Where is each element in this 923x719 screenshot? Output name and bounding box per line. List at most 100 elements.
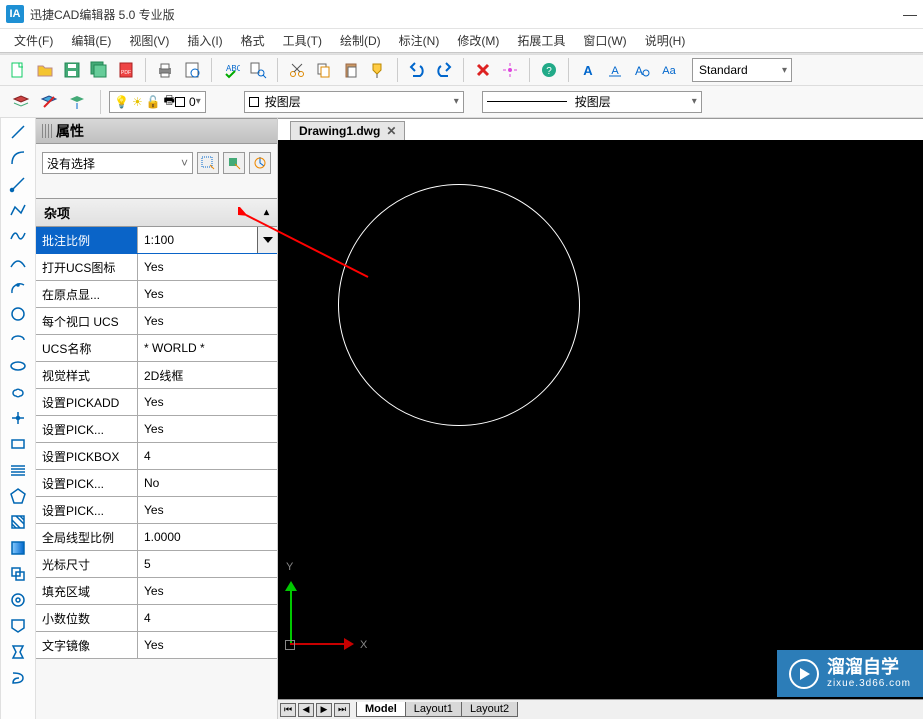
prop-row-ucs-icon[interactable]: 打开UCS图标Yes <box>36 254 277 281</box>
toggle-pickadd-button[interactable] <box>249 152 271 174</box>
menu-modify[interactable]: 修改(M) <box>449 30 507 51</box>
revision-cloud-tool[interactable] <box>6 382 30 402</box>
redo-button[interactable] <box>432 58 456 82</box>
prop-row-at-origin[interactable]: 在原点显...Yes <box>36 281 277 308</box>
prop-row-text-mirror[interactable]: 文字镜像Yes <box>36 632 277 659</box>
tab-scroll-last[interactable]: ⏭ <box>334 703 350 717</box>
properties-panel-header[interactable]: 属性 <box>36 118 277 144</box>
donut-tool[interactable] <box>6 590 30 610</box>
color-dropdown[interactable]: 按图层 <box>244 91 464 113</box>
prop-val[interactable]: Yes <box>138 632 277 658</box>
menu-draw[interactable]: 绘制(D) <box>332 30 389 51</box>
spell-check-button[interactable]: ABC <box>219 58 243 82</box>
boundary-tool[interactable] <box>6 616 30 636</box>
hatch-tool[interactable] <box>6 512 30 532</box>
new-file-button[interactable] <box>6 58 30 82</box>
prop-val[interactable]: 4 <box>138 605 277 631</box>
prop-row-pick3[interactable]: 设置PICK...Yes <box>36 497 277 524</box>
ellipse-arc-tool[interactable] <box>6 330 30 350</box>
help-button[interactable]: ? <box>537 58 561 82</box>
tab-scroll-first[interactable]: ⏮ <box>280 703 296 717</box>
prop-row-visual-style[interactable]: 视觉样式2D线框 <box>36 362 277 389</box>
find-button[interactable] <box>246 58 270 82</box>
layout2-tab[interactable]: Layout2 <box>461 702 518 717</box>
polyline-tool[interactable] <box>6 200 30 220</box>
prop-val[interactable]: * WORLD * <box>138 335 277 361</box>
close-tab-button[interactable]: ✕ <box>386 124 396 138</box>
dropdown-arrow-icon[interactable] <box>257 227 277 253</box>
layer-manager-button[interactable] <box>9 90 33 114</box>
xline-tool[interactable] <box>6 252 30 272</box>
cut-button[interactable] <box>285 58 309 82</box>
ellipse-tool[interactable] <box>6 356 30 376</box>
prop-row-ucs-name[interactable]: UCS名称* WORLD * <box>36 335 277 362</box>
select-objects-button[interactable] <box>223 152 245 174</box>
prop-val[interactable]: Yes <box>138 281 277 307</box>
helix-tool[interactable] <box>6 668 30 688</box>
prop-row-pick1[interactable]: 设置PICK...Yes <box>36 416 277 443</box>
tab-scroll-prev[interactable]: ◀ <box>298 703 314 717</box>
text-style-a4-button[interactable]: Aa <box>657 58 681 82</box>
prop-row-annotation-scale[interactable]: 批注比例 1:100 <box>36 227 277 254</box>
tab-scroll-next[interactable]: ▶ <box>316 703 332 717</box>
point-tool[interactable] <box>6 408 30 428</box>
pdf-export-button[interactable]: PDF <box>114 58 138 82</box>
selection-filter-dropdown[interactable]: 没有选择 <box>42 152 193 174</box>
menu-view[interactable]: 视图(V) <box>121 30 177 51</box>
hatch-lines-tool[interactable] <box>6 460 30 480</box>
text-style-dropdown[interactable]: Standard <box>692 58 792 82</box>
text-style-a1-button[interactable]: A <box>576 58 600 82</box>
paste-button[interactable] <box>339 58 363 82</box>
text-style-a3-button[interactable]: A <box>630 58 654 82</box>
prop-val[interactable]: No <box>138 470 277 496</box>
save-button[interactable] <box>60 58 84 82</box>
prop-val[interactable]: Yes <box>138 578 277 604</box>
region-tool[interactable] <box>6 564 30 584</box>
menu-format[interactable]: 格式 <box>233 30 273 51</box>
undo-button[interactable] <box>405 58 429 82</box>
prop-val[interactable]: 2D线框 <box>138 362 277 388</box>
prop-val[interactable]: 1.0000 <box>138 524 277 550</box>
menu-file[interactable]: 文件(F) <box>6 30 61 51</box>
gradient-tool[interactable] <box>6 538 30 558</box>
prop-row-pickadd[interactable]: 设置PICKADDYes <box>36 389 277 416</box>
save-all-button[interactable] <box>87 58 111 82</box>
layer-state-button[interactable] <box>65 90 89 114</box>
prop-row-decimals[interactable]: 小数位数4 <box>36 605 277 632</box>
prop-row-per-viewport-ucs[interactable]: 每个视口 UCSYes <box>36 308 277 335</box>
drawing-viewport[interactable]: Y X <box>278 140 923 699</box>
open-file-button[interactable] <box>33 58 57 82</box>
menu-edit[interactable]: 编辑(E) <box>63 30 119 51</box>
print-preview-button[interactable] <box>180 58 204 82</box>
ray-tool[interactable] <box>6 174 30 194</box>
menu-dimension[interactable]: 标注(N) <box>391 30 448 51</box>
category-header-misc[interactable]: 杂项 ▴ <box>36 198 277 227</box>
prop-val[interactable]: Yes <box>138 497 277 523</box>
circle-entity[interactable] <box>338 184 580 426</box>
prop-val[interactable]: 5 <box>138 551 277 577</box>
explode-button[interactable] <box>498 58 522 82</box>
delete-button[interactable] <box>471 58 495 82</box>
model-tab[interactable]: Model <box>356 702 405 717</box>
arc-tool[interactable] <box>6 148 30 168</box>
menu-insert[interactable]: 插入(I) <box>179 30 230 51</box>
quick-select-button[interactable] <box>197 152 219 174</box>
prop-val[interactable]: 4 <box>138 443 277 469</box>
print-button[interactable] <box>153 58 177 82</box>
polygon-tool[interactable] <box>6 486 30 506</box>
prop-val[interactable]: Yes <box>138 308 277 334</box>
prop-row-cursor-size[interactable]: 光标尺寸5 <box>36 551 277 578</box>
format-painter-button[interactable] <box>366 58 390 82</box>
document-tab[interactable]: Drawing1.dwg ✕ <box>290 121 405 140</box>
minimize-button[interactable]: — <box>903 6 917 22</box>
spline-tool[interactable] <box>6 226 30 246</box>
menu-extend[interactable]: 拓展工具 <box>509 30 573 51</box>
prop-row-fill[interactable]: 填充区域Yes <box>36 578 277 605</box>
prop-val[interactable]: Yes <box>138 389 277 415</box>
prop-val[interactable]: Yes <box>138 254 277 280</box>
wipeout-tool[interactable] <box>6 642 30 662</box>
menu-window[interactable]: 窗口(W) <box>575 30 634 51</box>
linetype-dropdown[interactable]: 按图层 <box>482 91 702 113</box>
prop-row-ltscale[interactable]: 全局线型比例1.0000 <box>36 524 277 551</box>
prop-val[interactable]: Yes <box>138 416 277 442</box>
